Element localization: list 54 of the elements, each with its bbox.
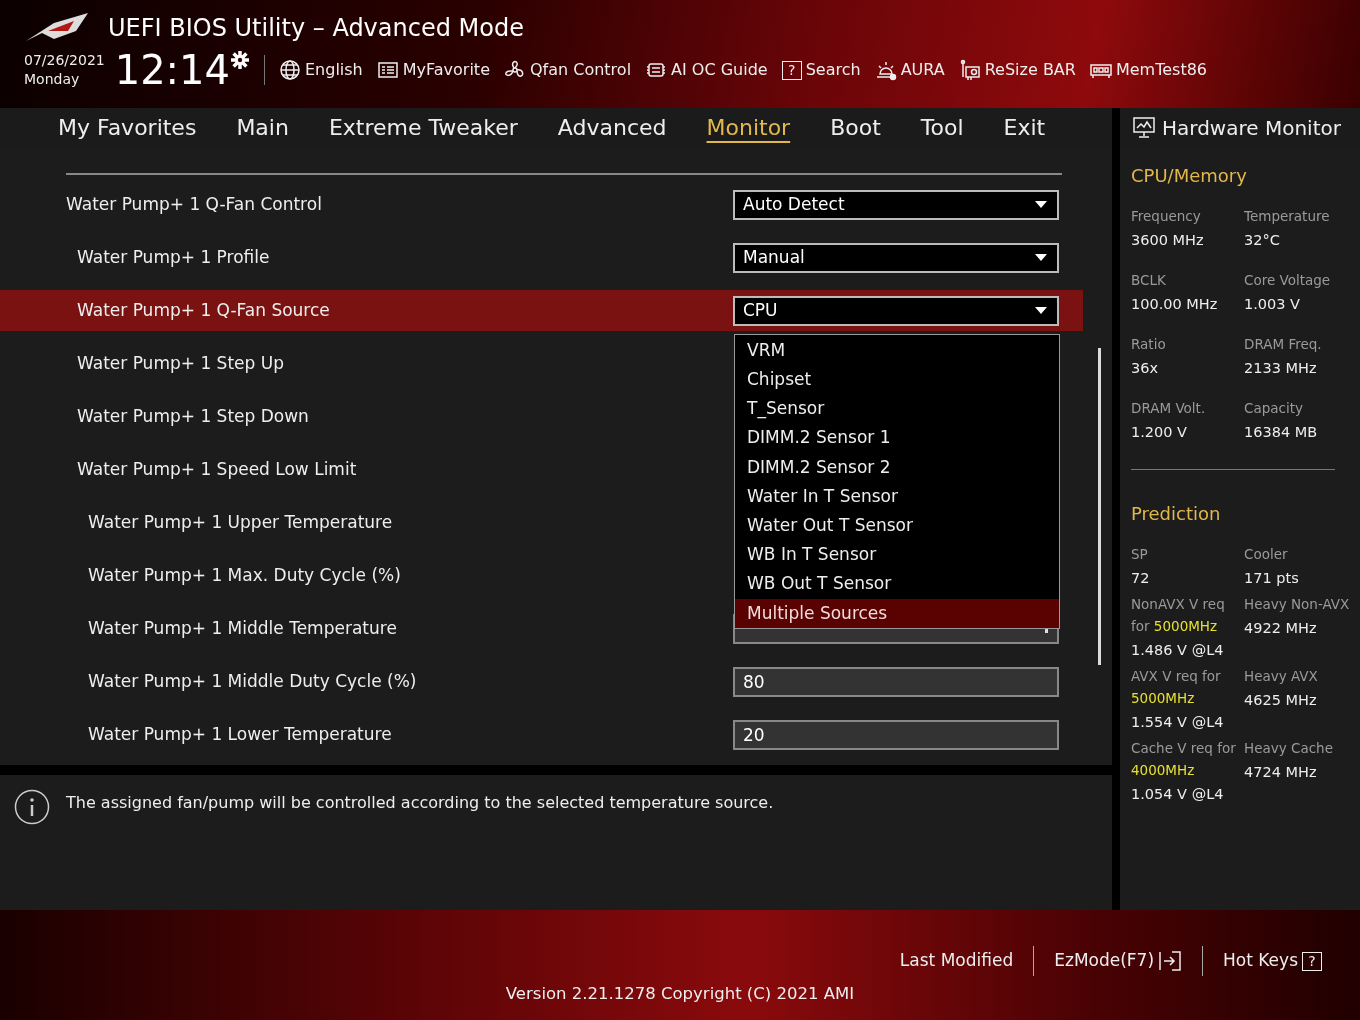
setting-label: Water Pump+ 1 Middle Temperature: [88, 616, 397, 640]
setting-label: Water Pump+ 1 Middle Duty Cycle (%): [88, 669, 417, 693]
setting-label: Water Pump+ 1 Speed Low Limit: [77, 457, 357, 481]
monitor-value: 4724 MHz: [1244, 763, 1318, 782]
monitor-value: 171 pts: [1244, 569, 1300, 588]
help-key-icon: ?: [781, 60, 802, 80]
setting-label: Water Pump+ 1 Upper Temperature: [88, 510, 393, 534]
section-title: CPU/Memory: [1131, 164, 1248, 188]
version-text: Version 2.21.1278 Copyright (C) 2021 AMI: [505, 983, 855, 1005]
monitor-label: Heavy Non-AVX: [1244, 595, 1350, 614]
help-text: The assigned fan/pump will be controlled according to the selected temperature source.: [66, 792, 774, 814]
monitor-label: Cooler: [1244, 545, 1289, 564]
setting-label: Water Pump+ 1 Lower Temperature: [88, 722, 392, 746]
monitor-value: 72: [1131, 569, 1151, 588]
monitor-label: NonAVX V req for 5000MHz: [1131, 595, 1226, 636]
date-label: 07/26/2021: [24, 51, 105, 70]
monitor-value: 1.554 V @L4: [1131, 713, 1225, 732]
monitor-label: AVX V req for 5000MHz: [1131, 667, 1222, 708]
monitor-label: Core Voltage: [1244, 271, 1332, 290]
monitor-label: Temperature: [1244, 207, 1331, 226]
monitor-value: 4625 MHz: [1244, 691, 1318, 710]
monitor-value: 16384 MB: [1244, 423, 1319, 442]
setting-label: Water Pump+ 1 Max. Duty Cycle (%): [88, 563, 401, 587]
panel-title: Hardware Monitor: [1162, 115, 1341, 142]
monitor-label: Capacity: [1244, 399, 1304, 418]
setting-label: Water Pump+ 1 Q-Fan Control: [66, 192, 322, 216]
setting-label: Water Pump+ 1 Q-Fan Source: [77, 298, 330, 322]
monitor-value: 2133 MHz: [1244, 359, 1318, 378]
monitor-value: 1.054 V @L4: [1131, 785, 1225, 804]
setting-label: Water Pump+ 1 Profile: [77, 245, 270, 269]
monitor-label: Frequency: [1131, 207, 1202, 226]
monitor-value: 1.486 V @L4: [1131, 641, 1225, 660]
monitor-value: 36x: [1131, 359, 1160, 378]
clock-time: 12:14: [114, 50, 230, 90]
monitor-value: 32°C: [1244, 231, 1281, 250]
help-key-icon: ?: [1302, 951, 1322, 971]
monitor-label: DRAM Freq.: [1244, 335, 1323, 354]
setting-label: Water Pump+ 1 Step Down: [77, 404, 309, 428]
monitor-label: Ratio: [1131, 335, 1167, 354]
section-title: Prediction: [1131, 502, 1222, 526]
monitor-label: BCLK: [1131, 271, 1167, 290]
monitor-value: 4922 MHz: [1244, 619, 1318, 638]
monitor-value: 100.00 MHz: [1131, 295, 1219, 314]
monitor-label: SP: [1131, 545, 1149, 564]
monitor-value: 1.200 V: [1131, 423, 1189, 442]
day-label: Monday: [24, 70, 81, 89]
monitor-label: Cache V req for 4000MHz: [1131, 739, 1237, 780]
monitor-label: Heavy Cache: [1244, 739, 1334, 758]
monitor-value: 3600 MHz: [1131, 231, 1205, 250]
setting-label: Water Pump+ 1 Step Up: [77, 351, 284, 375]
monitor-label: Heavy AVX: [1244, 667, 1319, 686]
monitor-value: 1.003 V: [1244, 295, 1302, 314]
monitor-label: DRAM Volt.: [1131, 399, 1207, 418]
window-title: UEFI BIOS Utility – Advanced Mode: [108, 13, 524, 44]
